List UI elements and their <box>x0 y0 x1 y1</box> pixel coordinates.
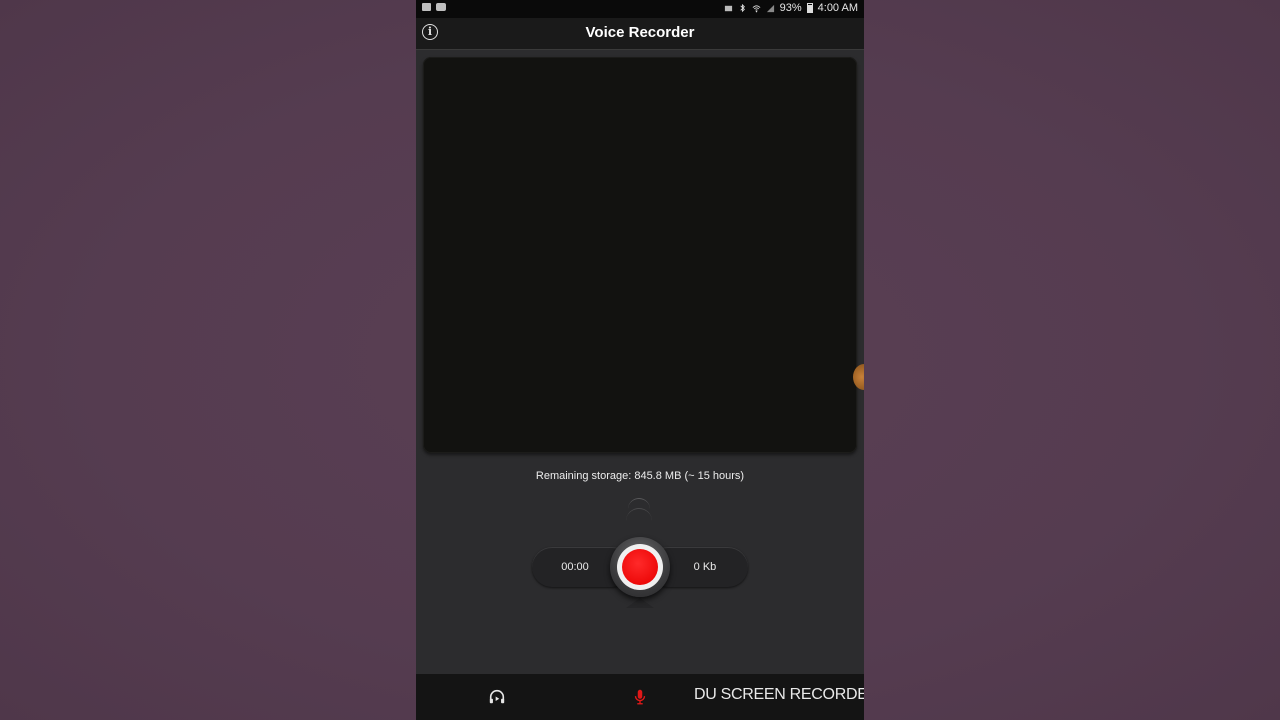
phone-screen: 93% 4:00 AM i Voice Recorder Remaining s… <box>416 0 864 720</box>
record-button[interactable] <box>610 537 670 597</box>
record-dot-icon <box>622 549 658 585</box>
page-title: Voice Recorder <box>585 24 695 41</box>
status-bar: 93% 4:00 AM <box>416 0 864 18</box>
microphone-icon[interactable] <box>631 688 649 706</box>
video-notification-icon <box>436 3 446 11</box>
remaining-storage-label: Remaining storage: 845.8 MB (~ 15 hours) <box>535 470 745 482</box>
screen-recorder-watermark: DU SCREEN RECORDER <box>694 686 864 703</box>
bottom-navigation: DU SCREEN RECORDER <box>416 674 864 720</box>
system-status: 93% 4:00 AM <box>724 2 858 14</box>
recording-controls: 00:00 0 Kb <box>416 490 864 630</box>
headphones-play-icon[interactable] <box>488 688 506 706</box>
clock: 4:00 AM <box>817 2 858 14</box>
level-arc-decoration <box>626 508 652 534</box>
wifi-icon <box>752 4 761 12</box>
nfc-icon <box>724 5 732 11</box>
battery-icon <box>806 3 813 13</box>
image-notification-icon <box>422 3 431 11</box>
notification-icons <box>422 3 446 11</box>
record-button-rim <box>617 544 663 590</box>
button-base-decoration <box>626 598 654 608</box>
app-bar: i Voice Recorder <box>416 18 864 50</box>
bluetooth-icon <box>739 3 745 12</box>
signal-icon <box>766 4 774 12</box>
waveform-visualizer <box>423 57 857 453</box>
battery-percent: 93% <box>779 2 802 14</box>
